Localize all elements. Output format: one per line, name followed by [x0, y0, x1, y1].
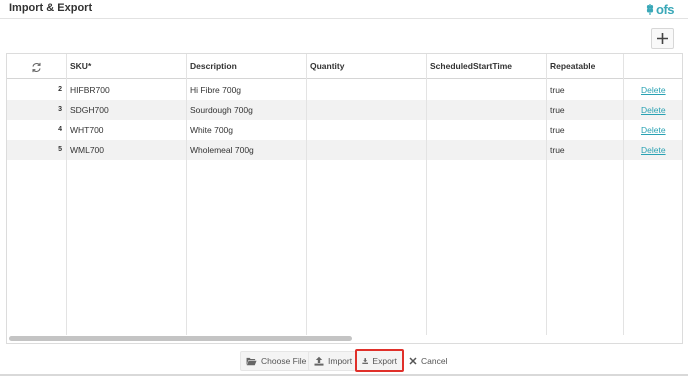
quantity-cell[interactable] — [306, 80, 426, 100]
column-header-scheduled-start-time[interactable]: ScheduledStartTime — [426, 54, 546, 79]
import-button[interactable]: Import — [308, 351, 359, 371]
row-number: 5 — [58, 146, 62, 153]
table-row[interactable]: 2 HIFBR700 Hi Fibre 700g true Delete — [7, 80, 682, 100]
close-icon — [409, 357, 417, 365]
column-divider — [306, 54, 307, 335]
title-bar: Import & Export ofs — [0, 0, 688, 19]
description-cell[interactable]: Hi Fibre 700g — [186, 80, 306, 100]
download-icon — [362, 357, 369, 364]
sku-cell[interactable]: SDGH700 — [66, 100, 186, 120]
repeatable-cell[interactable]: true — [546, 140, 623, 160]
column-header-sku[interactable]: SKU* — [66, 54, 186, 79]
description-cell[interactable]: White 700g — [186, 120, 306, 140]
row-number: 2 — [58, 86, 62, 93]
scheduled-start-time-cell[interactable] — [426, 140, 546, 160]
delete-row-link[interactable]: Delete — [637, 120, 677, 140]
choose-file-label: Choose File — [261, 356, 307, 366]
export-button[interactable]: Export — [355, 349, 404, 372]
choose-file-button[interactable]: Choose File — [240, 351, 313, 371]
scheduled-start-time-cell[interactable] — [426, 80, 546, 100]
wheat-icon — [646, 3, 654, 15]
repeatable-cell[interactable]: true — [546, 120, 623, 140]
sku-cell[interactable]: WML700 — [66, 140, 186, 160]
repeatable-cell[interactable]: true — [546, 80, 623, 100]
table-row[interactable]: 3 SDGH700 Sourdough 700g true Delete — [7, 100, 682, 120]
grid-header: SKU* Description Quantity ScheduledStart… — [7, 54, 682, 79]
horizontal-scrollbar[interactable] — [9, 336, 682, 342]
cancel-button[interactable]: Cancel — [403, 351, 453, 371]
export-label: Export — [372, 355, 397, 366]
column-divider — [623, 54, 624, 335]
column-divider — [546, 54, 547, 335]
column-divider — [66, 54, 67, 335]
quantity-cell[interactable] — [306, 140, 426, 160]
delete-row-link[interactable]: Delete — [637, 140, 677, 160]
column-divider — [426, 54, 427, 335]
description-cell[interactable]: Wholemeal 700g — [186, 140, 306, 160]
row-number: 4 — [58, 126, 62, 133]
scrollbar-thumb[interactable] — [9, 336, 352, 341]
quantity-cell[interactable] — [306, 120, 426, 140]
column-divider — [186, 54, 187, 335]
row-number: 3 — [58, 106, 62, 113]
brand-text: ofs — [656, 1, 675, 17]
window-title: Import & Export — [9, 2, 93, 14]
delete-row-link[interactable]: Delete — [637, 100, 677, 120]
import-data-grid: SKU* Description Quantity ScheduledStart… — [6, 53, 683, 344]
plus-icon — [657, 33, 668, 44]
import-label: Import — [328, 356, 353, 366]
column-header-quantity[interactable]: Quantity — [306, 54, 426, 79]
refresh-icon[interactable] — [31, 60, 42, 78]
column-header-repeatable[interactable]: Repeatable — [546, 54, 623, 79]
description-cell[interactable]: Sourdough 700g — [186, 100, 306, 120]
sku-cell[interactable]: HIFBR700 — [66, 80, 186, 100]
table-row[interactable]: 5 WML700 Wholemeal 700g true Delete — [7, 140, 682, 160]
column-header-description[interactable]: Description — [186, 54, 306, 79]
dialog-footer: Choose File Import Export Cancel — [0, 348, 688, 376]
sku-cell[interactable]: WHT700 — [66, 120, 186, 140]
scheduled-start-time-cell[interactable] — [426, 100, 546, 120]
add-row-button[interactable] — [651, 28, 674, 49]
repeatable-cell[interactable]: true — [546, 100, 623, 120]
delete-row-link[interactable]: Delete — [637, 80, 677, 100]
quantity-cell[interactable] — [306, 100, 426, 120]
brand-logo: ofs — [645, 1, 675, 17]
upload-icon — [314, 356, 324, 366]
scheduled-start-time-cell[interactable] — [426, 120, 546, 140]
cancel-label: Cancel — [421, 356, 448, 366]
table-row[interactable]: 4 WHT700 White 700g true Delete — [7, 120, 682, 140]
folder-open-icon — [246, 357, 257, 365]
